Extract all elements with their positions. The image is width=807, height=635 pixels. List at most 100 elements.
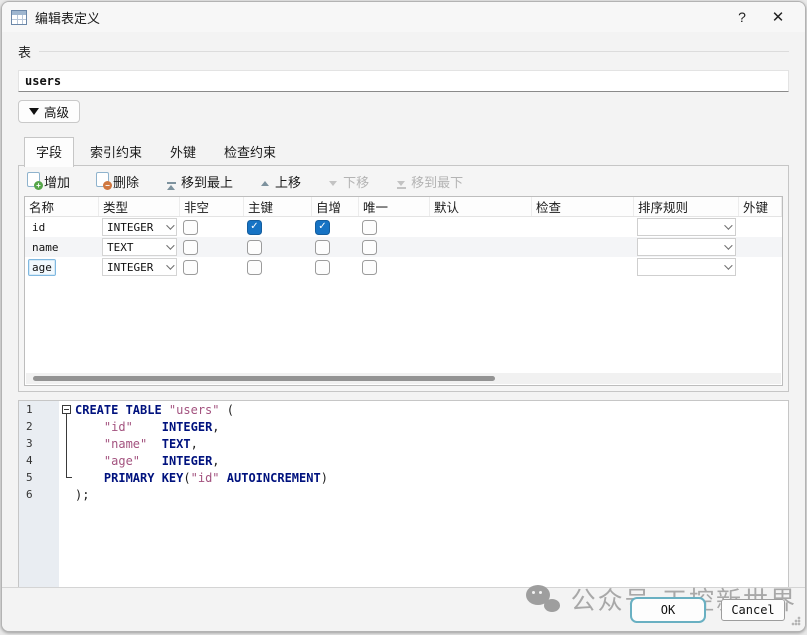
auto-increment-checkbox[interactable] (315, 240, 330, 255)
fields-toolbar: +增加 −删除 移到最上 上移 下移 移到最下 (19, 166, 788, 196)
not-null-checkbox[interactable] (183, 260, 198, 275)
toolbar-button-label: 上移 (275, 172, 301, 191)
column-header[interactable]: 类型 (99, 197, 180, 216)
toolbar-remove-button[interactable]: −删除 (96, 172, 139, 191)
chevron-down-icon (166, 221, 174, 229)
table-row[interactable]: name TEXT (25, 237, 782, 257)
check-cell[interactable] (532, 257, 634, 277)
field-name-cell[interactable]: id (25, 217, 99, 237)
unique-checkbox[interactable] (362, 220, 377, 235)
collation-dropdown[interactable] (634, 257, 739, 277)
primary-key-checkbox[interactable] (247, 260, 262, 275)
group-divider (39, 51, 789, 52)
field-type-dropdown[interactable]: TEXT (99, 237, 180, 257)
column-header[interactable]: 自增 (312, 197, 359, 216)
collation-dropdown[interactable] (634, 237, 739, 257)
fold-marker (59, 418, 75, 435)
column-header[interactable]: 名称 (25, 197, 99, 216)
collation-dropdown[interactable] (634, 217, 739, 237)
column-header[interactable]: 非空 (180, 197, 244, 216)
line-number: 1 (19, 401, 59, 418)
line-number: 3 (19, 435, 59, 452)
ok-button[interactable]: OK (630, 597, 706, 623)
foreign-key-cell[interactable] (739, 217, 782, 237)
field-type-dropdown[interactable]: INTEGER (99, 217, 180, 237)
default-value-cell[interactable] (430, 237, 532, 257)
check-cell[interactable] (532, 217, 634, 237)
table-row[interactable]: age INTEGER (25, 257, 782, 277)
field-type-dropdown[interactable]: INTEGER (99, 257, 180, 277)
field-name-cell[interactable]: name (25, 237, 99, 257)
auto-increment-checkbox[interactable] (315, 260, 330, 275)
toolbar-button-label: 删除 (113, 172, 139, 191)
sql-code: ); (75, 488, 89, 502)
column-header[interactable]: 排序规则 (634, 197, 739, 216)
resize-grip[interactable] (791, 616, 801, 626)
sql-line: 4 "age" INTEGER, (19, 452, 788, 469)
wechat-icon (526, 585, 562, 614)
toolbar-move-bottom-button: 移到最下 (395, 172, 463, 191)
dialog-title: 编辑表定义 (35, 8, 100, 27)
fold-marker (59, 435, 75, 452)
tab-fields[interactable]: 字段 (24, 137, 74, 167)
sql-line: 1 CREATE TABLE "users" ( (19, 401, 788, 418)
auto-increment-checkbox[interactable] (315, 220, 330, 235)
toolbar-add-button[interactable]: +增加 (27, 172, 70, 191)
column-header[interactable]: 外键 (739, 197, 782, 216)
table-row[interactable]: id INTEGER (25, 217, 782, 237)
default-value-cell[interactable] (430, 257, 532, 277)
unique-checkbox[interactable] (362, 240, 377, 255)
fold-marker (59, 486, 75, 503)
advanced-label: 高级 (44, 102, 69, 121)
toolbar-button-label: 下移 (343, 172, 369, 191)
tab-index-constraints[interactable]: 索引约束 (78, 137, 154, 166)
tab-foreign-keys[interactable]: 外键 (158, 137, 208, 166)
toolbar-move-up-button[interactable]: 上移 (259, 172, 301, 191)
move-down-icon (327, 174, 339, 189)
title-bar[interactable]: 编辑表定义 ? ✕ (2, 2, 805, 32)
field-name-cell[interactable]: age (25, 257, 99, 277)
help-button[interactable]: ? (727, 9, 757, 25)
fold-marker (59, 469, 75, 486)
scrollbar-thumb[interactable] (33, 376, 495, 381)
table-group-header: 表 (18, 42, 789, 61)
table-group-label: 表 (18, 42, 31, 61)
not-null-checkbox[interactable] (183, 220, 198, 235)
primary-key-checkbox[interactable] (247, 220, 262, 235)
collapse-triangle-icon (29, 108, 39, 115)
cancel-button[interactable]: Cancel (721, 599, 785, 621)
foreign-key-cell[interactable] (739, 237, 782, 257)
column-header[interactable]: 唯一 (359, 197, 430, 216)
check-cell[interactable] (532, 237, 634, 257)
toolbar-button-label: 移到最上 (181, 172, 233, 191)
column-header[interactable]: 主键 (244, 197, 312, 216)
default-value-cell[interactable] (430, 217, 532, 237)
toolbar-move-top-button[interactable]: 移到最上 (165, 172, 233, 191)
primary-key-checkbox[interactable] (247, 240, 262, 255)
fields-grid: 名称类型非空主键自增唯一默认检查排序规则外键 id INTEGER name T… (24, 196, 783, 386)
unique-checkbox[interactable] (362, 260, 377, 275)
fold-marker[interactable] (59, 401, 75, 418)
line-number: 5 (19, 469, 59, 486)
column-header[interactable]: 默认 (430, 197, 532, 216)
advanced-toggle-button[interactable]: 高级 (18, 100, 80, 123)
page-minus-icon: − (96, 172, 109, 190)
sql-line: 3 "name" TEXT, (19, 435, 788, 452)
chevron-down-icon (166, 241, 174, 249)
toolbar-button-label: 增加 (44, 172, 70, 191)
column-header[interactable]: 检查 (532, 197, 634, 216)
tab-bar: 字段索引约束外键检查约束 (18, 137, 789, 166)
not-null-checkbox[interactable] (183, 240, 198, 255)
sql-preview-editor[interactable]: 1 CREATE TABLE "users" ( 2 "id" INTEGER,… (18, 400, 789, 603)
chevron-down-icon (724, 221, 732, 229)
foreign-key-cell[interactable] (739, 257, 782, 277)
sql-code: "id" INTEGER, (75, 420, 220, 434)
sql-code: PRIMARY KEY("id" AUTOINCREMENT) (75, 471, 328, 485)
tab-check-constraints[interactable]: 检查约束 (212, 137, 288, 166)
table-name-input[interactable] (18, 70, 789, 92)
horizontal-scrollbar[interactable] (26, 373, 781, 384)
close-button[interactable]: ✕ (763, 8, 793, 26)
chevron-down-icon (724, 261, 732, 269)
sql-code: "name" TEXT, (75, 437, 198, 451)
grid-header-row: 名称类型非空主键自增唯一默认检查排序规则外键 (25, 197, 782, 217)
